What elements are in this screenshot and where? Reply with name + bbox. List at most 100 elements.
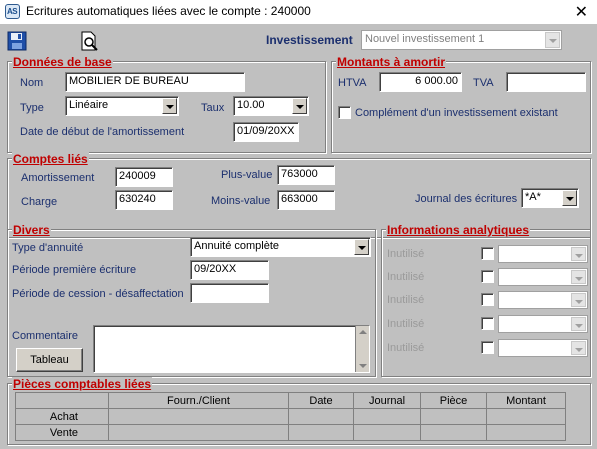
chevron-down-icon bbox=[571, 317, 586, 331]
date-debut-label: Date de début de l'amortissement bbox=[20, 126, 185, 138]
row-header: Achat bbox=[15, 408, 109, 425]
save-icon[interactable] bbox=[6, 30, 28, 52]
table-cell bbox=[108, 424, 289, 441]
moins-value-field[interactable]: 663000 bbox=[277, 190, 335, 210]
table-cell bbox=[353, 424, 421, 441]
analytique-checkbox[interactable] bbox=[481, 247, 494, 260]
journal-label: Journal des écritures bbox=[415, 193, 518, 205]
donnees-de-base-group: Données de base Nom MOBILIER DE BUREAU T… bbox=[7, 55, 326, 153]
commentaire-textarea[interactable] bbox=[93, 325, 370, 373]
periode-cession-label: Période de cession - désaffectation bbox=[12, 288, 184, 300]
periode-premiere-field[interactable]: 09/20XX bbox=[190, 260, 269, 280]
title-bar: AS Ecritures automatiques liées avec le … bbox=[0, 0, 597, 24]
chevron-down-icon bbox=[545, 32, 560, 48]
pieces-table: Fourn./Client Date Journal Pièce Montant… bbox=[15, 392, 566, 441]
chevron-down-icon bbox=[162, 98, 177, 114]
type-annuite-label: Type d'annuité bbox=[12, 242, 84, 254]
chevron-down-icon bbox=[571, 341, 586, 355]
complement-label: Complément d'un investissement existant bbox=[355, 107, 558, 119]
investissement-select[interactable]: Nouvel investissement 1 bbox=[361, 30, 562, 50]
table-cell bbox=[486, 424, 566, 441]
analytiques-group: Informations analytiques Inutilisé Inuti… bbox=[381, 223, 591, 377]
amortissement-label: Amortissement bbox=[21, 172, 95, 184]
chevron-down-icon bbox=[562, 190, 577, 206]
montants-title: Montants à amortir bbox=[336, 55, 447, 69]
tva-field[interactable] bbox=[506, 72, 586, 92]
periode-premiere-label: Période première écriture bbox=[12, 264, 137, 276]
complement-checkbox[interactable] bbox=[338, 106, 351, 119]
taux-label: Taux bbox=[201, 102, 225, 114]
table-cell bbox=[288, 424, 354, 441]
column-header: Date bbox=[288, 392, 354, 409]
htva-label: HTVA bbox=[338, 77, 367, 89]
analytique-label: Inutilisé bbox=[387, 271, 425, 283]
window-title: Ecritures automatiques liées avec le com… bbox=[26, 4, 311, 18]
table-cell bbox=[288, 408, 354, 425]
analytique-label: Inutilisé bbox=[387, 248, 425, 260]
table-cell bbox=[420, 424, 487, 441]
nom-label: Nom bbox=[20, 77, 44, 89]
app-icon: AS bbox=[5, 4, 20, 19]
htva-field[interactable]: 6 000.00 bbox=[379, 72, 462, 92]
type-label: Type bbox=[20, 102, 44, 114]
table-row[interactable]: Achat bbox=[15, 408, 566, 425]
table-cell bbox=[420, 408, 487, 425]
dialog-body: Investissement Nouvel investissement 1 D… bbox=[0, 24, 597, 449]
chevron-down-icon bbox=[571, 247, 586, 261]
table-header-row: Fourn./Client Date Journal Pièce Montant bbox=[15, 392, 566, 409]
analytique-checkbox[interactable] bbox=[481, 317, 494, 330]
plus-value-label: Plus-value bbox=[221, 169, 273, 181]
chevron-down-icon bbox=[359, 364, 367, 368]
tva-label: TVA bbox=[473, 77, 494, 89]
analytique-label: Inutilisé bbox=[387, 318, 425, 330]
close-icon[interactable]: ✕ bbox=[575, 2, 588, 22]
chevron-down-icon bbox=[354, 239, 369, 255]
journal-select[interactable]: *A* bbox=[521, 188, 579, 208]
chevron-down-icon bbox=[571, 270, 586, 284]
analytique-select[interactable] bbox=[498, 339, 588, 357]
pieces-title: Pièces comptables liées bbox=[12, 377, 153, 391]
print-preview-icon[interactable] bbox=[78, 30, 100, 52]
column-header: Fourn./Client bbox=[108, 392, 289, 409]
chevron-down-icon bbox=[571, 293, 586, 307]
analytique-select[interactable] bbox=[498, 291, 588, 309]
taux-select[interactable]: 10.00 bbox=[233, 96, 309, 116]
column-header: Montant bbox=[486, 392, 566, 409]
type-select[interactable]: Linéaire bbox=[65, 96, 179, 116]
type-annuite-select[interactable]: Annuité complète bbox=[190, 237, 371, 257]
analytique-checkbox[interactable] bbox=[481, 341, 494, 354]
divers-group: Divers Type d'annuité Annuité complète P… bbox=[7, 223, 376, 377]
moins-value-label: Moins-value bbox=[211, 195, 271, 207]
analytique-checkbox[interactable] bbox=[481, 270, 494, 283]
chevron-up-icon bbox=[359, 330, 367, 334]
plus-value-field[interactable]: 763000 bbox=[277, 165, 335, 185]
table-cell bbox=[486, 408, 566, 425]
column-header: Pièce bbox=[420, 392, 487, 409]
amortissement-field[interactable]: 240009 bbox=[115, 167, 173, 187]
scrollbar[interactable] bbox=[355, 326, 369, 372]
comptes-lies-title: Comptes liés bbox=[12, 152, 89, 166]
commentaire-label: Commentaire bbox=[12, 330, 79, 342]
analytiques-title: Informations analytiques bbox=[386, 223, 531, 237]
analytique-select[interactable] bbox=[498, 268, 588, 286]
column-header bbox=[15, 392, 109, 409]
row-header: Vente bbox=[15, 424, 109, 441]
charge-label: Charge bbox=[21, 196, 58, 208]
date-debut-field[interactable]: 01/09/20XX bbox=[233, 122, 299, 142]
donnees-de-base-title: Données de base bbox=[12, 55, 113, 69]
investissement-label: Investissement bbox=[266, 33, 353, 47]
periode-cession-field[interactable] bbox=[190, 283, 269, 303]
table-row[interactable]: Vente bbox=[15, 424, 566, 441]
analytique-label: Inutilisé bbox=[387, 294, 425, 306]
table-cell bbox=[353, 408, 421, 425]
tableau-button[interactable]: Tableau bbox=[16, 348, 83, 372]
nom-field[interactable]: MOBILIER DE BUREAU bbox=[65, 72, 245, 92]
analytique-label: Inutilisé bbox=[387, 342, 425, 354]
analytique-checkbox[interactable] bbox=[481, 293, 494, 306]
chevron-down-icon bbox=[292, 98, 307, 114]
analytique-select[interactable] bbox=[498, 315, 588, 333]
charge-field[interactable]: 630240 bbox=[115, 190, 173, 210]
divers-title: Divers bbox=[12, 223, 51, 237]
analytique-select[interactable] bbox=[498, 245, 588, 263]
column-header: Journal bbox=[353, 392, 421, 409]
